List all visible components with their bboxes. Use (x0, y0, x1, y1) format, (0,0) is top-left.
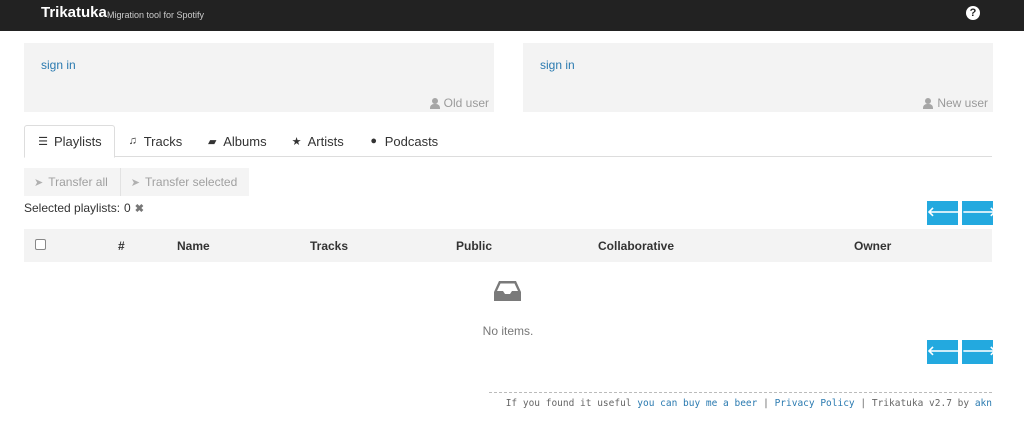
column-header-number: # (118, 239, 125, 253)
old-user-panel: sign in Old user (24, 43, 494, 112)
app-subtitle: Migration tool for Spotify (107, 10, 205, 20)
top-navbar: Trikatuka Migration tool for Spotify ? (0, 0, 1024, 31)
tab-label: Albums (223, 133, 267, 149)
user-icon (429, 97, 440, 109)
paper-plane-icon: ➤ (34, 176, 44, 189)
transfer-all-label: Transfer all (48, 175, 108, 189)
footer: If you found it useful you can buy me a … (489, 392, 992, 409)
privacy-policy-link[interactable]: Privacy Policy (775, 398, 855, 409)
tab-albums[interactable]: ▰ Albums (194, 125, 278, 157)
selected-label: Selected playlists: (24, 201, 121, 215)
question-circle-icon[interactable]: ? (966, 6, 980, 20)
footer-separator: | (860, 398, 867, 409)
new-user-label: New user (923, 96, 988, 110)
new-user-label-text: New user (937, 96, 988, 110)
select-all-checkbox[interactable] (35, 239, 46, 250)
empty-state: No items. (24, 270, 992, 345)
next-page-button[interactable]: 🡒 (962, 340, 997, 364)
table-header: # Name Tracks Public Collaborative Owner (24, 229, 992, 262)
old-user-signin-link[interactable]: sign in (41, 58, 76, 72)
new-user-signin-link[interactable]: sign in (540, 58, 575, 72)
tab-label: Playlists (54, 134, 102, 149)
footer-prefix: If you found it useful (505, 398, 632, 409)
book-icon: ▰ (207, 135, 217, 148)
new-user-panel: sign in New user (523, 43, 993, 112)
footer-version: Trikatuka v2.7 by (871, 398, 970, 409)
prev-page-button[interactable]: 🡐 (927, 201, 962, 225)
selected-playlists-count: Selected playlists: 0 ✖ (24, 201, 144, 215)
column-header-owner[interactable]: Owner (854, 239, 891, 253)
user-icon (923, 97, 934, 109)
transfer-all-button[interactable]: ➤ Transfer all (24, 168, 120, 196)
music-icon: ♫ (128, 135, 137, 147)
clear-selection-icon[interactable]: ✖ (135, 202, 144, 215)
column-header-public[interactable]: Public (456, 239, 492, 253)
prev-page-button[interactable]: 🡐 (927, 340, 962, 364)
tab-artists[interactable]: ★ Artists (279, 125, 356, 157)
no-items-text: No items. (482, 324, 534, 338)
tab-label: Tracks (143, 133, 183, 149)
transfer-button-group: ➤ Transfer all ➤ Transfer selected (24, 168, 250, 196)
column-header-name[interactable]: Name (177, 239, 210, 253)
pagination-top: 🡐 🡒 (927, 201, 997, 225)
tab-tracks[interactable]: ♫ Tracks (115, 125, 195, 157)
app-title[interactable]: Trikatuka (41, 4, 107, 21)
transfer-selected-button[interactable]: ➤ Transfer selected (119, 168, 250, 196)
footer-separator: | (763, 398, 769, 409)
column-header-collaborative[interactable]: Collaborative (598, 239, 674, 253)
paper-plane-icon: ➤ (130, 176, 141, 189)
tab-playlists[interactable]: ☰ Playlists (24, 125, 115, 158)
tab-podcasts[interactable]: ● Podcasts (356, 125, 450, 157)
globe-icon: ● (370, 135, 378, 147)
star-icon: ★ (291, 135, 302, 148)
list-icon: ☰ (38, 136, 48, 148)
selected-count-value: 0 (124, 201, 131, 215)
old-user-label-text: Old user (443, 96, 489, 110)
tab-label: Podcasts (384, 133, 439, 149)
pagination-bottom: 🡐 🡒 (927, 340, 997, 364)
buy-beer-link[interactable]: you can buy me a beer (637, 398, 757, 409)
next-page-button[interactable]: 🡒 (962, 201, 997, 225)
old-user-label: Old user (429, 96, 489, 110)
inbox-icon (494, 281, 521, 301)
transfer-selected-label: Transfer selected (145, 175, 238, 189)
content-tabs: ☰ Playlists ♫ Tracks ▰ Albums ★ Artists … (24, 125, 992, 158)
author-link[interactable]: akn (975, 398, 992, 409)
column-header-tracks[interactable]: Tracks (310, 239, 348, 253)
tab-label: Artists (307, 133, 344, 149)
